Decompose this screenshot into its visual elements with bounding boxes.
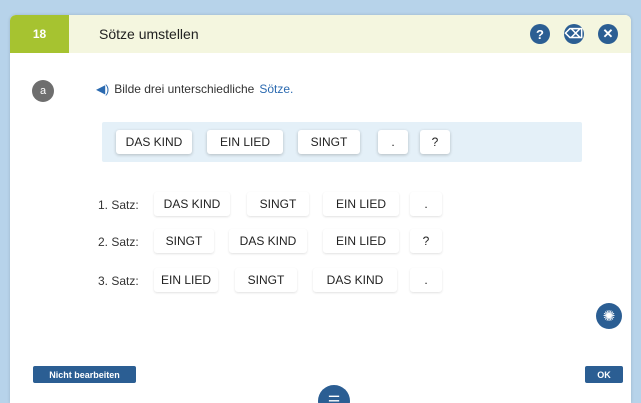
task-instruction: ◀) Bilde drei unterschiedliche Sötze. [96,82,293,96]
speaker-icon[interactable]: ◀) [96,82,109,96]
sentence-tile[interactable]: DAS KIND [229,229,307,253]
menu-icon[interactable]: ☰ [318,385,350,403]
sentence-tile[interactable]: . [410,268,442,292]
instruction-text: Bilde drei unterschiedliche [114,82,255,96]
sentence-tile[interactable]: SINGT [235,268,297,292]
exercise-header: 18 Sötze umstellen ? ⌫ ✕ [10,15,631,53]
exercise-window: 18 Sötze umstellen ? ⌫ ✕ a ◀) Bilde drei… [10,15,631,403]
instruction-link[interactable]: Sötze. [259,82,293,96]
sentence-tile[interactable]: ? [410,229,442,253]
sentence-tile[interactable]: EIN LIED [323,229,399,253]
task-label: a [32,80,54,102]
sentence-row-label: 2. Satz: [98,235,139,249]
pool-tile[interactable]: DAS KIND [116,130,192,154]
skip-button[interactable]: Nicht bearbeiten [33,366,136,383]
help-icon[interactable]: ? [530,24,550,44]
pool-tile[interactable]: ? [420,130,450,154]
pool-tile[interactable]: SINGT [298,130,360,154]
word-pool: DAS KIND EIN LIED SINGT . ? [102,122,582,162]
exercise-number-badge: 18 [10,15,69,53]
sentence-tile[interactable]: EIN LIED [323,192,399,216]
sentence-tile[interactable]: SINGT [154,229,214,253]
close-icon[interactable]: ✕ [598,24,618,44]
eraser-icon[interactable]: ⌫ [564,24,584,44]
sentence-tile[interactable]: SINGT [247,192,309,216]
lightbulb-icon[interactable]: ✺ [596,303,622,329]
sentence-tile[interactable]: DAS KIND [154,192,230,216]
sentence-row-label: 1. Satz: [98,198,139,212]
sentence-tile[interactable]: . [410,192,442,216]
sentence-row-label: 3. Satz: [98,274,139,288]
ok-button[interactable]: OK [585,366,623,383]
pool-tile[interactable]: . [378,130,408,154]
pool-tile[interactable]: EIN LIED [207,130,283,154]
exercise-title: Sötze umstellen [99,26,199,42]
sentence-tile[interactable]: DAS KIND [313,268,397,292]
sentence-tile[interactable]: EIN LIED [154,268,218,292]
